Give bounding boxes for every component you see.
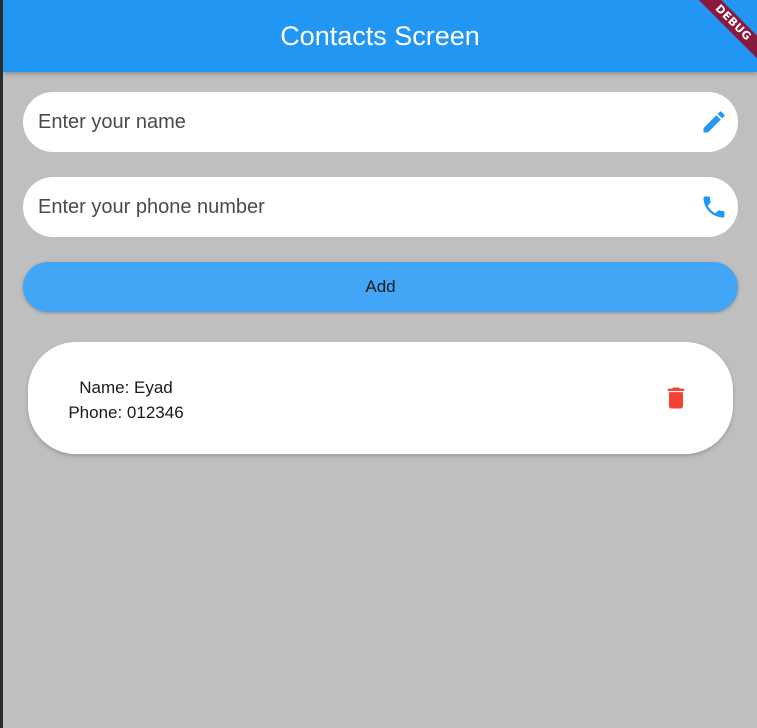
contact-card: Name: Eyad Phone: 012346: [28, 342, 733, 454]
phone-field[interactable]: [23, 177, 738, 237]
phone-input[interactable]: [38, 177, 678, 237]
pencil-icon: [703, 111, 725, 133]
contact-phone: Phone: 012346: [68, 403, 184, 422]
page-title: Contacts Screen: [280, 21, 480, 51]
contact-info: Name: Eyad Phone: 012346: [63, 375, 189, 425]
name-field[interactable]: [23, 92, 738, 152]
contact-name: Name: Eyad: [79, 378, 173, 397]
phone-icon: [703, 196, 725, 218]
name-input[interactable]: [38, 92, 678, 152]
trash-icon[interactable]: [662, 384, 690, 412]
add-button[interactable]: Add: [23, 262, 738, 312]
app-bar: Contacts Screen: [3, 0, 757, 72]
app-window: Contacts Screen Add Name: Eyad Phone: 01…: [3, 0, 757, 728]
